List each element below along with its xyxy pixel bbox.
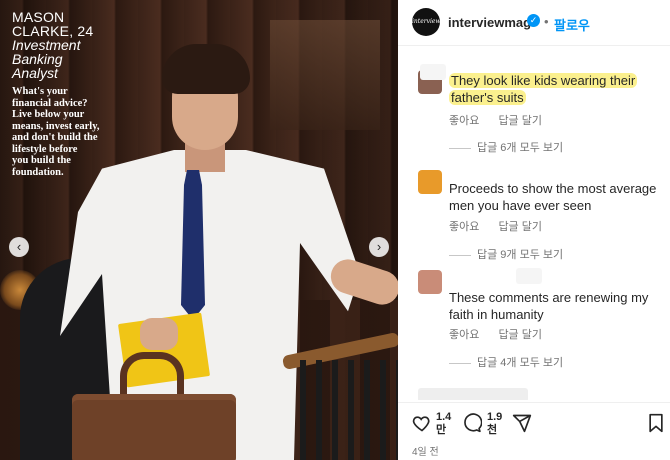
avatar-logo-text: interview bbox=[412, 18, 440, 25]
comment-actions: 좋아요 답글 달기 bbox=[449, 326, 558, 342]
post-side-panel: interview interviewmag ✓ • 팔로우 They look… bbox=[398, 0, 670, 460]
view-replies-button[interactable]: 답글 4개 모두 보기 bbox=[449, 354, 563, 370]
like-comment-button[interactable]: 좋아요 bbox=[449, 329, 479, 341]
comment-actions: 좋아요 답글 달기 bbox=[449, 112, 558, 128]
username-link[interactable]: interviewmag bbox=[448, 15, 531, 30]
caption-name: MASON CLARKE, 24 bbox=[12, 9, 94, 39]
arm bbox=[326, 255, 398, 309]
share-icon[interactable] bbox=[512, 413, 532, 433]
view-replies-button[interactable]: 답글 9개 모두 보기 bbox=[449, 246, 563, 262]
post-image: MASON CLARKE, 24 Investment Banking Anal… bbox=[0, 0, 398, 460]
view-replies-button[interactable]: 답글 6개 모두 보기 bbox=[449, 139, 563, 155]
reply-comment-button[interactable]: 답글 달기 bbox=[498, 221, 542, 233]
reply-comment-button[interactable]: 답글 달기 bbox=[498, 329, 542, 341]
next-comment-preview bbox=[418, 388, 528, 400]
post-action-bar: 1.4 만 1.9 천 4일 전 bbox=[398, 402, 670, 460]
comment-text: These comments are renewing my faith in … bbox=[449, 290, 649, 322]
post-timestamp: 4일 전 bbox=[412, 447, 439, 458]
comment-text-highlight: They look like kids wearing their father… bbox=[449, 73, 638, 105]
comment-icon[interactable] bbox=[462, 413, 482, 433]
briefcase bbox=[72, 394, 236, 460]
heart-icon[interactable] bbox=[412, 413, 432, 433]
like-comment-button[interactable]: 좋아요 bbox=[449, 221, 479, 233]
likes-count: 1.4 만 bbox=[436, 411, 452, 436]
caption-quote: What's your financial advice? Live below… bbox=[12, 86, 100, 178]
header-separator: • bbox=[544, 14, 549, 29]
caption-role: Investment Banking Analyst bbox=[12, 37, 81, 81]
chevron-right-icon: › bbox=[376, 239, 382, 254]
bookmark-icon[interactable] bbox=[647, 413, 665, 433]
verified-badge-icon: ✓ bbox=[527, 14, 540, 27]
carousel-next-button[interactable]: › bbox=[369, 237, 389, 257]
chevron-left-icon: ‹ bbox=[16, 239, 22, 254]
image-caption: MASON CLARKE, 24 Investment Banking Anal… bbox=[12, 10, 122, 178]
redacted-username bbox=[420, 64, 446, 80]
carousel-prev-button[interactable]: ‹ bbox=[9, 237, 29, 257]
hand bbox=[140, 318, 178, 350]
comment-text: They look like kids wearing their father… bbox=[449, 72, 659, 106]
hair bbox=[162, 44, 250, 94]
reply-comment-button[interactable]: 답글 달기 bbox=[498, 115, 542, 127]
comment-avatar[interactable] bbox=[418, 170, 442, 194]
follow-button[interactable]: 팔로우 bbox=[554, 15, 590, 34]
comment-avatar[interactable] bbox=[418, 270, 442, 294]
stair-balusters bbox=[300, 360, 398, 460]
comments-list[interactable]: They look like kids wearing their father… bbox=[398, 46, 670, 400]
post-header: interview interviewmag ✓ • 팔로우 bbox=[398, 0, 670, 46]
comment-text: Proceeds to show the most average men yo… bbox=[449, 181, 657, 213]
comments-count: 1.9 천 bbox=[487, 411, 503, 436]
redacted-username bbox=[516, 268, 542, 284]
profile-avatar[interactable]: interview bbox=[412, 8, 440, 36]
like-comment-button[interactable]: 좋아요 bbox=[449, 115, 479, 127]
comment-actions: 좋아요 답글 달기 bbox=[449, 218, 558, 234]
